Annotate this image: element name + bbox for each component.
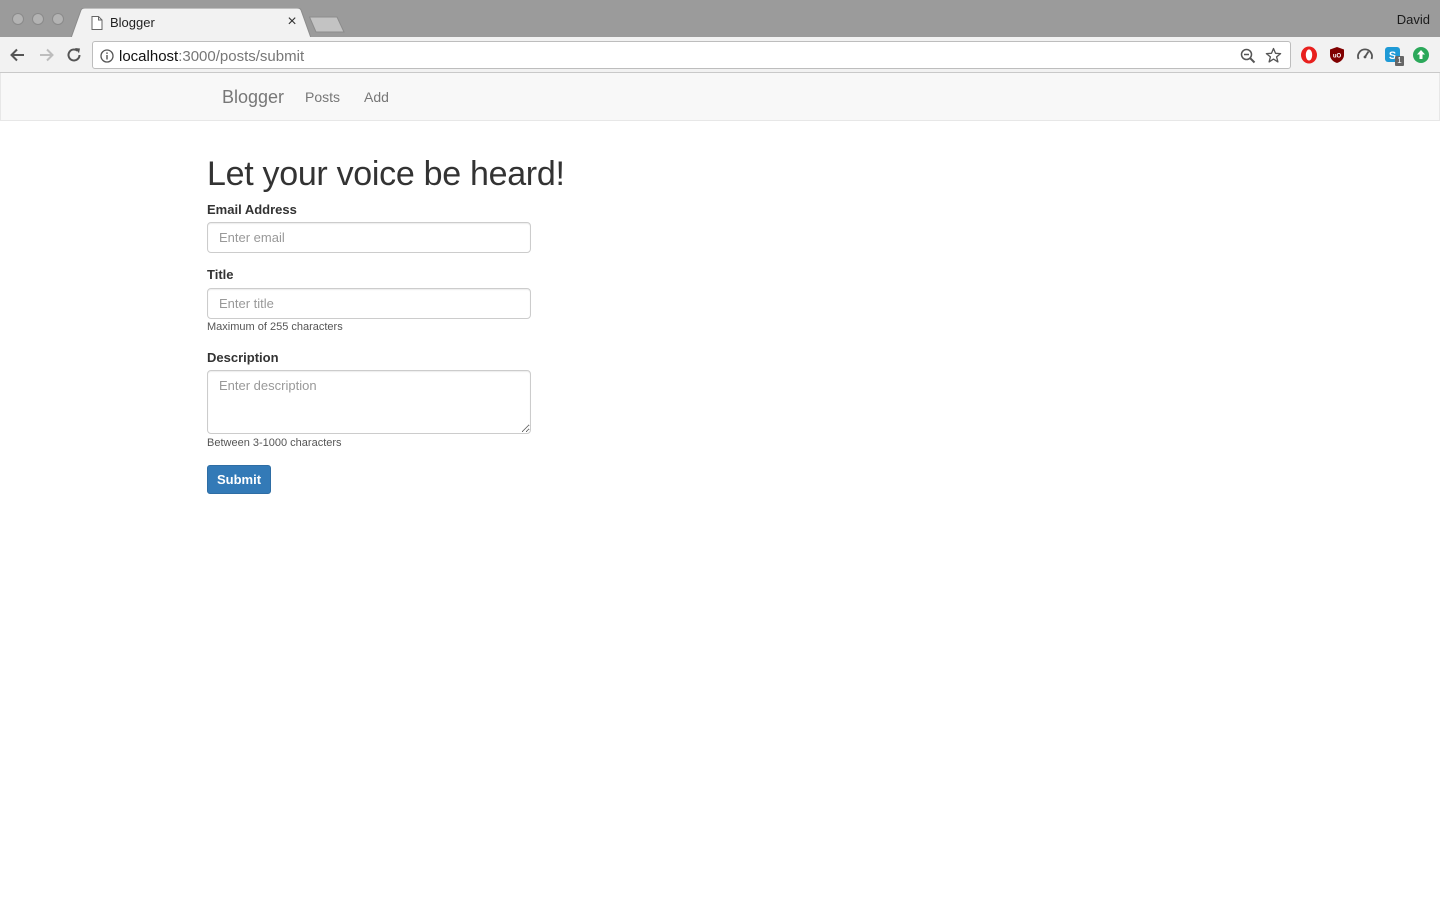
nav-link-add[interactable]: Add <box>364 89 389 105</box>
title-help-text: Maximum of 255 characters <box>207 321 343 333</box>
back-arrow-icon[interactable] <box>8 45 28 65</box>
browser-tab[interactable]: Blogger × <box>71 8 311 38</box>
tab-close-icon[interactable]: × <box>285 14 299 30</box>
url-path: :3000/posts/submit <box>178 48 305 65</box>
tab-background <box>71 8 311 38</box>
window-close-button[interactable] <box>12 13 24 25</box>
nav-link-posts[interactable]: Posts <box>305 89 340 105</box>
skype-badge: 1 <box>1395 56 1404 66</box>
site-navbar: Blogger Posts Add <box>0 73 1440 121</box>
forward-arrow-icon[interactable] <box>36 45 56 65</box>
page-title: Let your voice be heard! <box>207 155 565 193</box>
window-maximize-button[interactable] <box>52 13 64 25</box>
description-field[interactable] <box>207 370 531 434</box>
ublock-icon[interactable]: uO <box>1328 46 1346 64</box>
svg-text:uO: uO <box>1333 54 1342 60</box>
submit-button[interactable]: Submit <box>207 465 271 494</box>
title-label: Title <box>207 267 234 282</box>
navbar-brand[interactable]: Blogger <box>222 87 284 108</box>
title-field[interactable] <box>207 288 531 319</box>
browser-titlebar: Blogger × David <box>0 0 1440 38</box>
bookmark-star-icon[interactable] <box>1265 47 1282 64</box>
description-label: Description <box>207 350 279 365</box>
page-icon <box>91 16 103 30</box>
url-text[interactable]: localhost:3000/posts/submit <box>119 48 304 65</box>
description-help-text: Between 3-1000 characters <box>207 437 342 449</box>
browser-toolbar: localhost:3000/posts/submit uO S 1 <box>0 37 1440 73</box>
info-icon[interactable] <box>100 49 114 63</box>
opera-icon[interactable] <box>1300 46 1318 64</box>
green-upload-icon[interactable] <box>1412 46 1430 64</box>
address-bar[interactable]: localhost:3000/posts/submit <box>92 41 1291 69</box>
email-field[interactable] <box>207 222 531 253</box>
url-host: localhost <box>119 48 179 65</box>
skype-extension[interactable]: S 1 <box>1384 46 1404 66</box>
reload-icon[interactable] <box>64 45 84 65</box>
speedometer-icon[interactable] <box>1356 46 1374 64</box>
email-label: Email Address <box>207 202 297 217</box>
tab-title: Blogger <box>110 15 155 30</box>
new-tab-button[interactable] <box>309 16 345 33</box>
zoom-icon[interactable] <box>1240 48 1256 64</box>
profile-name[interactable]: David <box>1397 12 1430 27</box>
window-minimize-button[interactable] <box>32 13 44 25</box>
